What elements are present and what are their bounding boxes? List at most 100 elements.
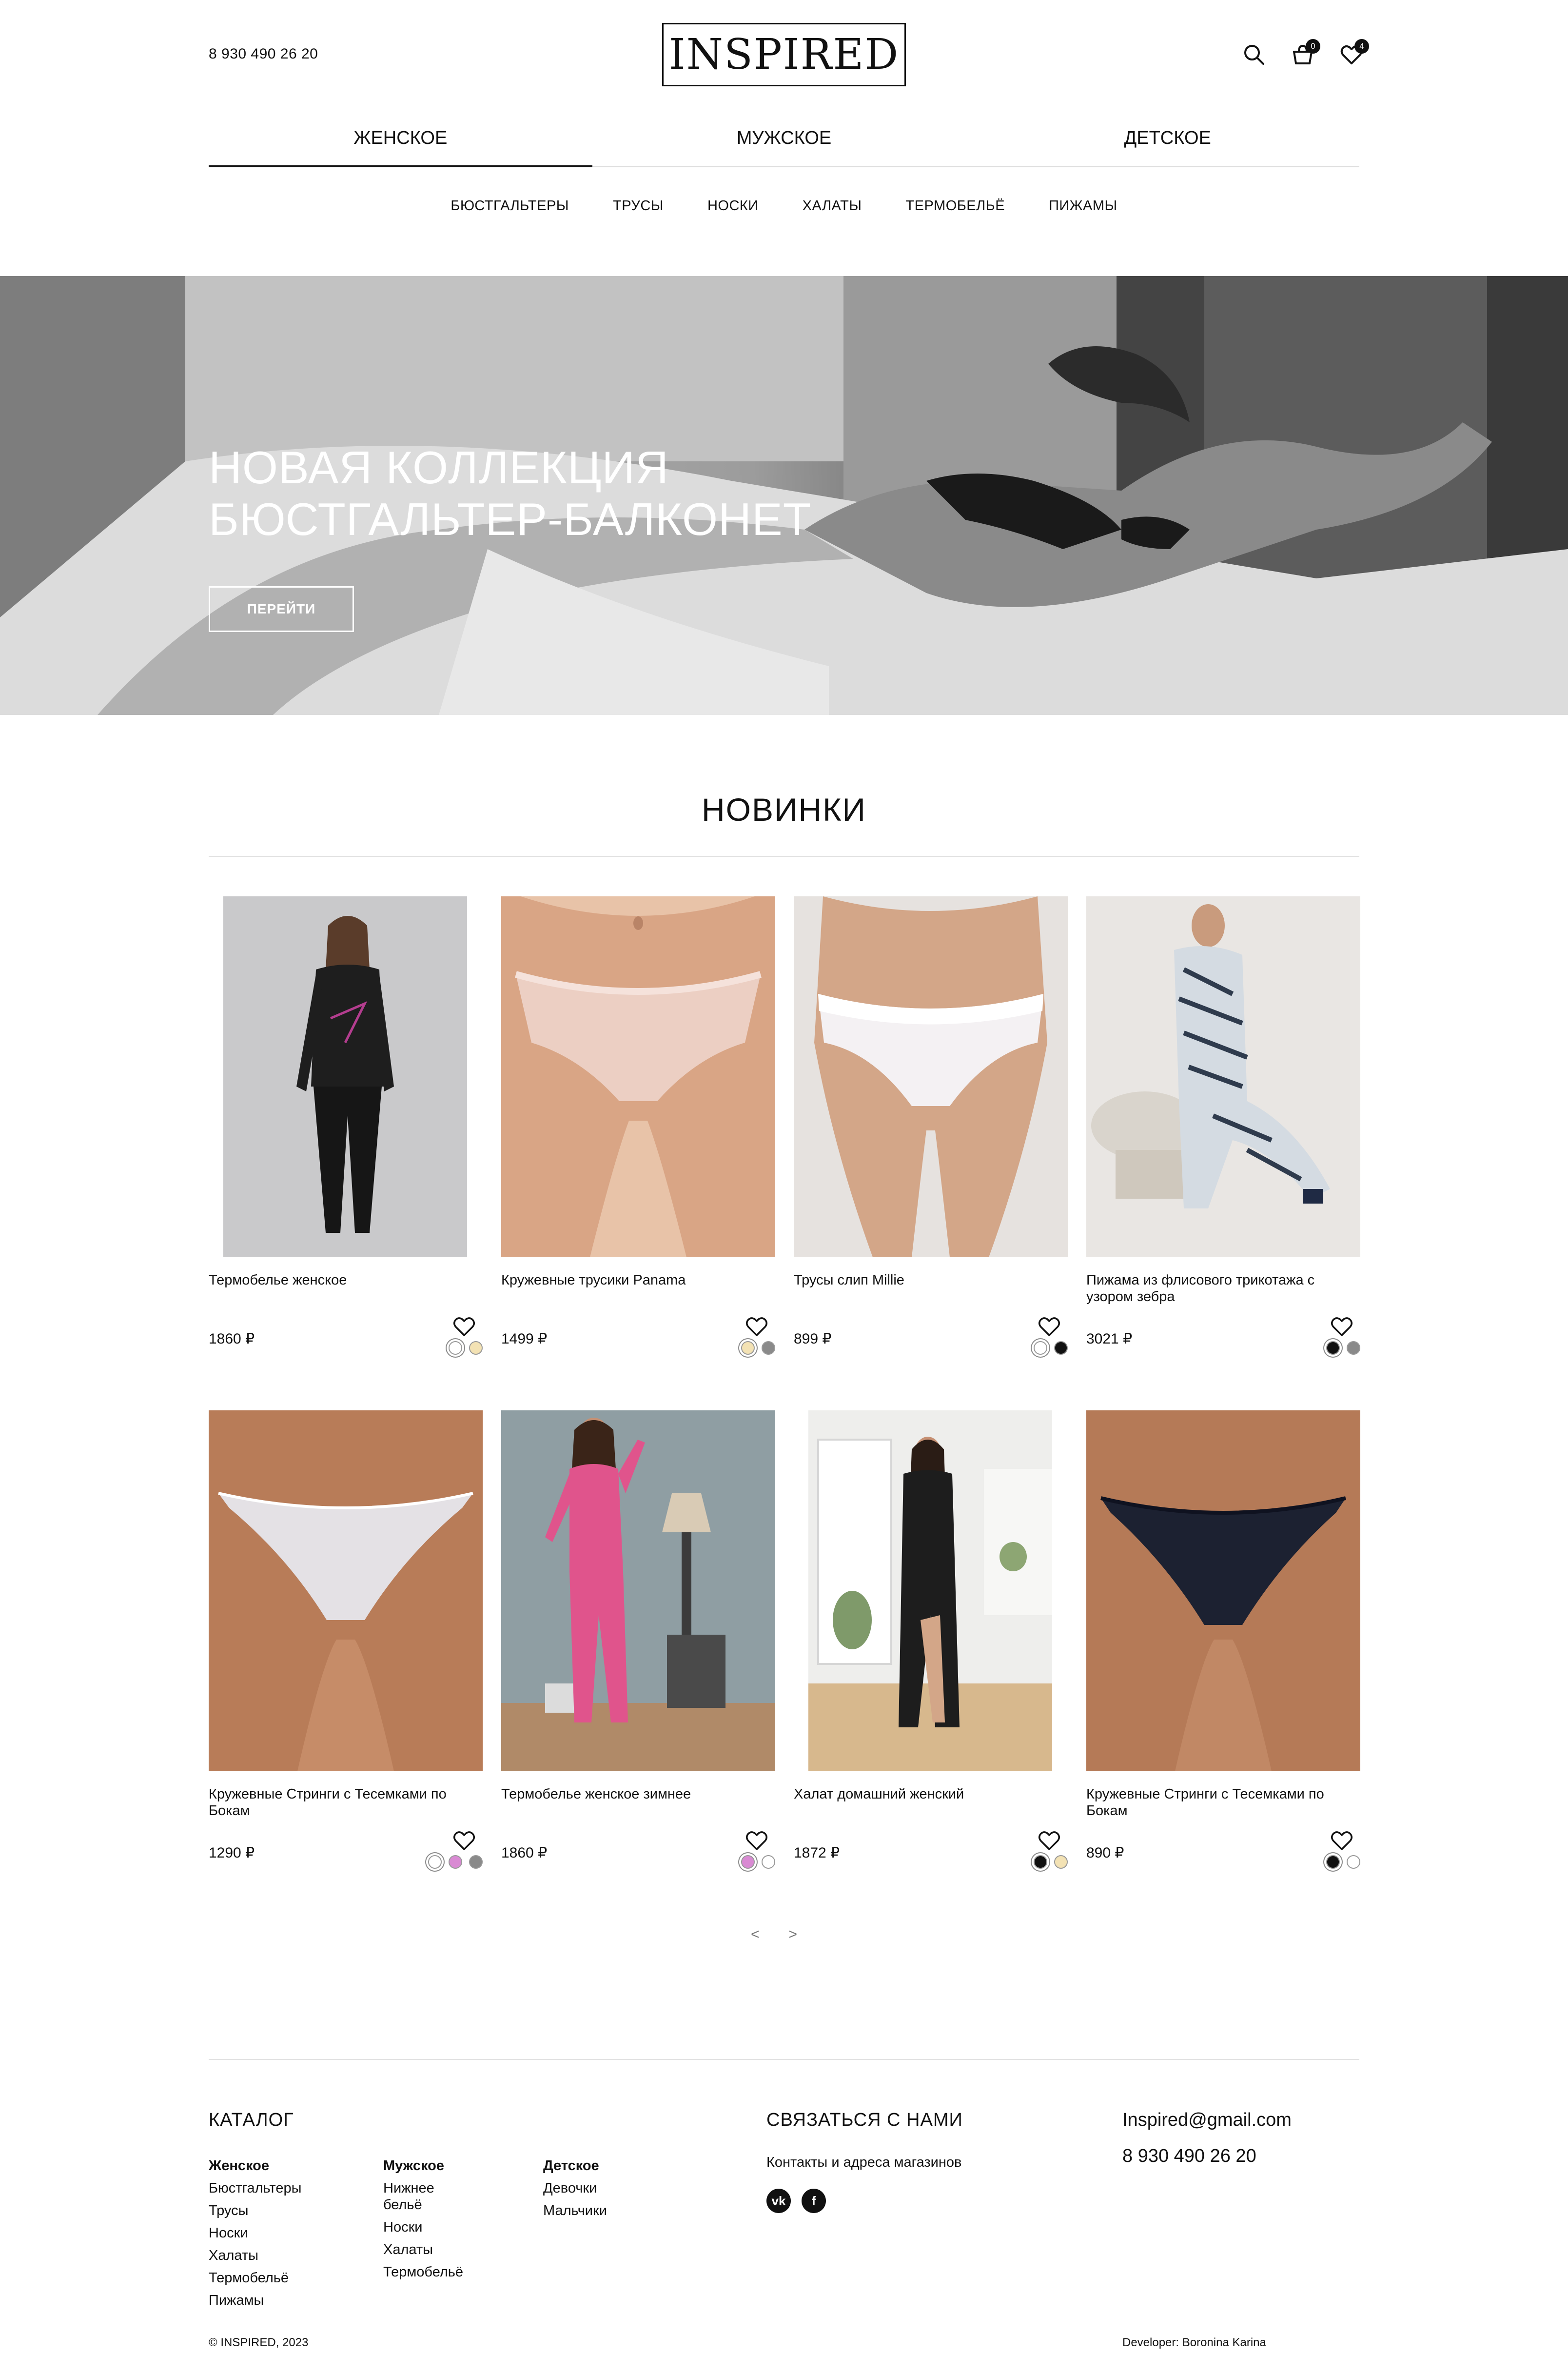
footer-column-title[interactable]: Мужское bbox=[383, 2155, 456, 2177]
footer-link[interactable]: Нижнее бельё bbox=[383, 2177, 456, 2216]
category-thermal[interactable]: ТЕРМОБЕЛЬЁ bbox=[905, 198, 1005, 214]
color-swatches bbox=[449, 1341, 483, 1355]
color-swatch[interactable] bbox=[449, 1855, 462, 1869]
color-swatch[interactable] bbox=[741, 1341, 755, 1355]
favorites-count-badge: 4 bbox=[1354, 39, 1369, 54]
favorite-heart-icon[interactable] bbox=[1330, 1316, 1353, 1337]
favorite-heart-icon[interactable] bbox=[1330, 1830, 1353, 1851]
facebook-icon[interactable]: f bbox=[802, 2189, 826, 2213]
color-swatch[interactable] bbox=[1347, 1341, 1360, 1355]
logo[interactable]: INSPIRED bbox=[662, 23, 906, 86]
footer-link[interactable]: Трусы bbox=[209, 2199, 301, 2222]
product-image[interactable] bbox=[223, 896, 467, 1257]
product-photo bbox=[501, 896, 775, 1257]
favorite-heart-icon[interactable] bbox=[452, 1830, 476, 1851]
hero-title-line1: НОВАЯ КОЛЛЕКЦИЯ bbox=[209, 442, 669, 493]
tab-kids[interactable]: ДЕТСКОЕ bbox=[976, 128, 1359, 166]
product-image[interactable] bbox=[1086, 896, 1360, 1257]
footer-link[interactable]: Носки bbox=[383, 2216, 456, 2238]
color-swatch[interactable] bbox=[469, 1855, 483, 1869]
search-button[interactable] bbox=[1242, 43, 1266, 66]
contacts-link[interactable]: Контакты и адреса магазинов bbox=[766, 2155, 961, 2171]
color-swatch[interactable] bbox=[428, 1855, 442, 1869]
product-image[interactable] bbox=[501, 1410, 775, 1771]
footer-link[interactable]: Пижамы bbox=[209, 2289, 301, 2312]
category-socks[interactable]: НОСКИ bbox=[707, 198, 759, 214]
favorite-heart-icon[interactable] bbox=[1038, 1316, 1061, 1337]
color-swatches bbox=[1326, 1341, 1360, 1355]
color-swatch[interactable] bbox=[1054, 1341, 1068, 1355]
product-name[interactable]: Трусы слип Millie bbox=[794, 1272, 1038, 1288]
product-name[interactable]: Кружевные Стринги с Тесемками по Бокам bbox=[209, 1786, 452, 1819]
footer-phone[interactable]: 8 930 490 26 20 bbox=[1122, 2146, 1256, 2167]
hero-go-button[interactable]: ПЕРЕЙТИ bbox=[209, 586, 354, 632]
category-robes[interactable]: ХАЛАТЫ bbox=[803, 198, 862, 214]
color-swatches bbox=[428, 1855, 483, 1869]
footer-column-title[interactable]: Женское bbox=[209, 2155, 301, 2177]
product-image[interactable] bbox=[808, 1410, 1052, 1771]
tab-men[interactable]: МУЖСКОЕ bbox=[592, 128, 976, 166]
product-name[interactable]: Пижама из флисового трикотажа с узором з… bbox=[1086, 1272, 1330, 1305]
tab-women[interactable]: ЖЕНСКОЕ bbox=[209, 128, 592, 167]
footer-column-women: Женское Бюстгальтеры Трусы Носки Халаты … bbox=[209, 2155, 301, 2312]
footer-link[interactable]: Мальчики bbox=[543, 2199, 607, 2222]
color-swatch[interactable] bbox=[469, 1341, 483, 1355]
footer-link[interactable]: Бюстгальтеры bbox=[209, 2177, 301, 2199]
color-swatch[interactable] bbox=[1034, 1855, 1047, 1869]
category-bras[interactable]: БЮСТГАЛЬТЕРЫ bbox=[451, 198, 569, 214]
footer-link[interactable]: Халаты bbox=[383, 2238, 456, 2261]
product-name[interactable]: Халат домашний женский bbox=[794, 1786, 1038, 1802]
product-name[interactable]: Кружевные трусики Panama bbox=[501, 1272, 745, 1288]
product-image[interactable] bbox=[209, 1410, 483, 1771]
footer-column-title[interactable]: Детское bbox=[543, 2155, 607, 2177]
product-image[interactable] bbox=[794, 896, 1068, 1257]
hero-title-line2: БЮСТГАЛЬТЕР-БАЛКОНЕТ bbox=[209, 494, 812, 545]
product-price: 1860 ₽ bbox=[501, 1845, 548, 1861]
color-swatch[interactable] bbox=[741, 1855, 755, 1869]
footer-link[interactable]: Девочки bbox=[543, 2177, 607, 2199]
product-name[interactable]: Кружевные Стринги с Тесемками по Бокам bbox=[1086, 1786, 1330, 1819]
footer-link[interactable]: Носки bbox=[209, 2222, 301, 2244]
product-photo bbox=[223, 896, 467, 1257]
pagination-next[interactable]: > bbox=[789, 1926, 798, 1943]
color-swatches bbox=[1326, 1855, 1360, 1869]
pagination-prev[interactable]: < bbox=[751, 1926, 760, 1943]
product-price: 3021 ₽ bbox=[1086, 1331, 1133, 1347]
footer-link[interactable]: Халаты bbox=[209, 2244, 301, 2267]
favorite-heart-icon[interactable] bbox=[745, 1830, 768, 1851]
header-actions: 0 4 bbox=[1242, 39, 1369, 66]
cart-button[interactable]: 0 bbox=[1291, 39, 1320, 66]
footer-link[interactable]: Термобельё bbox=[383, 2261, 463, 2283]
product-image[interactable] bbox=[501, 896, 775, 1257]
product-photo bbox=[1086, 896, 1360, 1257]
social-links: vk f bbox=[766, 2189, 826, 2213]
favorite-heart-icon[interactable] bbox=[745, 1316, 768, 1337]
color-swatch[interactable] bbox=[1034, 1341, 1047, 1355]
color-swatch[interactable] bbox=[762, 1855, 775, 1869]
category-pajamas[interactable]: ПИЖАМЫ bbox=[1049, 198, 1117, 214]
footer-link[interactable]: Термобельё bbox=[209, 2267, 301, 2289]
product-price: 1860 ₽ bbox=[209, 1331, 255, 1347]
product-name[interactable]: Термобелье женское зимнее bbox=[501, 1786, 745, 1802]
footer-email[interactable]: Inspired@gmail.com bbox=[1122, 2110, 1292, 2131]
color-swatch[interactable] bbox=[1326, 1341, 1340, 1355]
favorite-heart-icon[interactable] bbox=[452, 1316, 476, 1337]
vk-icon[interactable]: vk bbox=[766, 2189, 791, 2213]
color-swatch[interactable] bbox=[1054, 1855, 1068, 1869]
color-swatch[interactable] bbox=[1326, 1855, 1340, 1869]
section-divider bbox=[209, 856, 1359, 857]
hero-title: НОВАЯ КОЛЛЕКЦИЯ БЮСТГАЛЬТЕР-БАЛКОНЕТ bbox=[209, 442, 811, 545]
product-image[interactable] bbox=[1086, 1410, 1360, 1771]
color-swatch[interactable] bbox=[449, 1341, 462, 1355]
header-phone[interactable]: 8 930 490 26 20 bbox=[209, 46, 318, 62]
color-swatch[interactable] bbox=[762, 1341, 775, 1355]
category-panties[interactable]: ТРУСЫ bbox=[613, 198, 664, 214]
product-name[interactable]: Термобелье женское bbox=[209, 1272, 452, 1288]
product-price: 1290 ₽ bbox=[209, 1845, 255, 1861]
favorites-button[interactable]: 4 bbox=[1340, 39, 1369, 66]
product-photo bbox=[1086, 1410, 1360, 1771]
favorite-heart-icon[interactable] bbox=[1038, 1830, 1061, 1851]
color-swatch[interactable] bbox=[1347, 1855, 1360, 1869]
product-photo bbox=[501, 1410, 775, 1771]
footer-catalog-title: КАТАЛОГ bbox=[209, 2110, 294, 2130]
